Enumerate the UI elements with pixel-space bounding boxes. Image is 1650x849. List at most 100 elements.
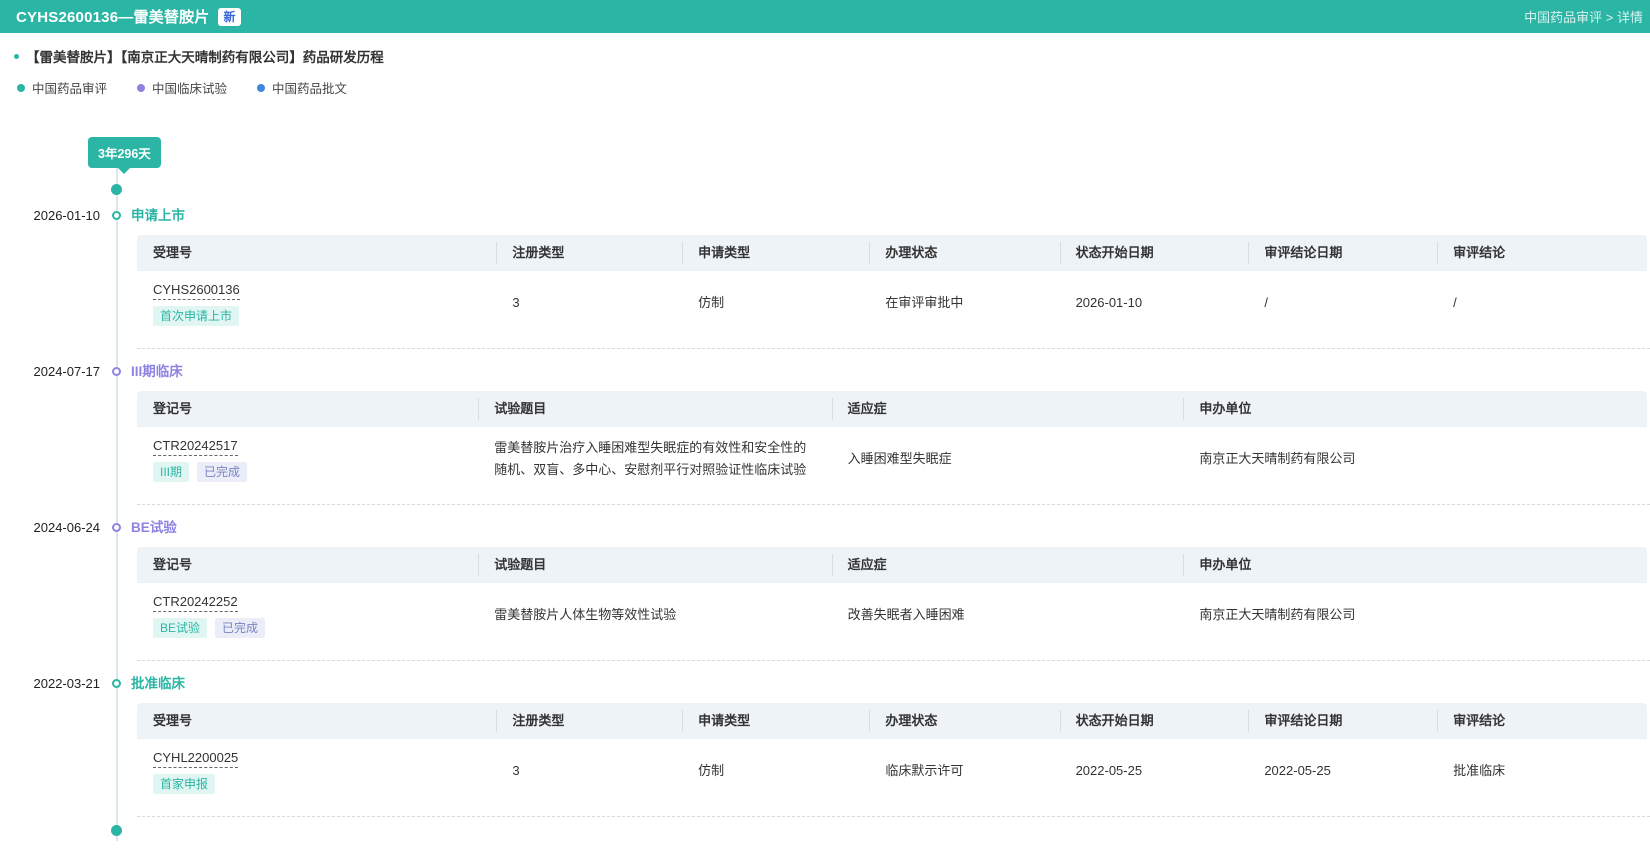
record-card: 登记号试验题目适应症申办单位CTR20242252BE试验已完成雷美替胺片人体生… xyxy=(137,547,1647,646)
event-date: 2022-03-21 xyxy=(0,673,100,694)
breadcrumb[interactable]: 中国药品审评 > 详情 xyxy=(1524,7,1643,26)
event-marker-icon xyxy=(112,211,121,220)
column-header: 审评结论 xyxy=(1437,703,1647,739)
column-header: 受理号 xyxy=(137,703,496,739)
status-tag: BE试验 xyxy=(153,618,207,638)
table-cell: 3 xyxy=(496,739,682,802)
event-marker-icon xyxy=(112,679,121,688)
table-cell: 南京正大天晴制药有限公司 xyxy=(1183,427,1647,490)
status-tag: 已完成 xyxy=(215,618,265,638)
event-header: 2022-03-21 批准临床 xyxy=(0,673,1650,694)
blue-dot-icon xyxy=(257,84,265,92)
status-tag: 首家申报 xyxy=(153,774,215,794)
legend-label: 中国药品批文 xyxy=(272,78,347,97)
column-header: 审评结论 xyxy=(1437,235,1647,271)
table-cell: 仿制 xyxy=(682,271,869,334)
column-header: 办理状态 xyxy=(869,703,1059,739)
table-cell: 2022-05-25 xyxy=(1060,739,1249,802)
timeline-event: 2026-01-10申请上市受理号注册类型申请类型办理状态状态开始日期审评结论日… xyxy=(0,205,1650,349)
status-tag: 首次申请上市 xyxy=(153,306,239,326)
record-card: 登记号试验题目适应症申办单位CTR20242517III期已完成雷美替胺片治疗入… xyxy=(137,391,1647,490)
event-label[interactable]: BE试验 xyxy=(131,517,177,538)
column-header: 注册类型 xyxy=(496,703,682,739)
table-cell: / xyxy=(1248,271,1437,334)
record-id-link[interactable]: CTR20242517 xyxy=(153,437,238,456)
record-card: 受理号注册类型申请类型办理状态状态开始日期审评结论日期审评结论CYHS26001… xyxy=(137,235,1647,334)
event-label[interactable]: III期临床 xyxy=(131,361,183,382)
record-id-cell: CTR20242252 BE试验已完成 xyxy=(137,583,478,646)
timeline-event: 2024-06-24BE试验登记号试验题目适应症申办单位CTR20242252B… xyxy=(0,517,1650,661)
timeline-start-dot xyxy=(111,184,122,195)
record-id-cell: CTR20242517 III期已完成 xyxy=(137,427,478,490)
column-header: 登记号 xyxy=(137,547,478,583)
tag-list: 首次申请上市 xyxy=(153,306,480,326)
record-table: 受理号注册类型申请类型办理状态状态开始日期审评结论日期审评结论 CYHL22000… xyxy=(137,703,1647,802)
column-header: 申办单位 xyxy=(1183,391,1647,427)
section-divider xyxy=(137,504,1650,505)
table-row: CYHL2200025首家申报3仿制临床默示许可2022-05-252022-0… xyxy=(137,739,1647,802)
event-date: 2026-01-10 xyxy=(0,205,100,226)
record-id-cell: CYHS2600136 首次申请上市 xyxy=(137,271,496,334)
column-header: 审评结论日期 xyxy=(1248,235,1437,271)
column-header: 办理状态 xyxy=(869,235,1059,271)
drug-dev-history-title: 【雷美替胺片】【南京正大天晴制药有限公司】药品研发历程 xyxy=(14,46,1650,66)
record-table: 登记号试验题目适应症申办单位CTR20242252BE试验已完成雷美替胺片人体生… xyxy=(137,547,1647,646)
table-row: CYHS2600136首次申请上市3仿制在审评审批中2026-01-10// xyxy=(137,271,1647,334)
new-badge: 新 xyxy=(218,8,240,26)
page-title: CYHS2600136—雷美替胺片 xyxy=(16,6,209,27)
table-row: CTR20242252BE试验已完成雷美替胺片人体生物等效性试验改善失眠者入睡困… xyxy=(137,583,1647,646)
event-marker-icon xyxy=(112,367,121,376)
record-table: 登记号试验题目适应症申办单位CTR20242517III期已完成雷美替胺片治疗入… xyxy=(137,391,1647,490)
column-header: 申请类型 xyxy=(682,235,869,271)
legend-item[interactable]: 中国药品审评 xyxy=(17,78,107,97)
legend-item[interactable]: 中国临床试验 xyxy=(137,78,227,97)
table-cell: 3 xyxy=(496,271,682,334)
column-header: 登记号 xyxy=(137,391,478,427)
event-header: 2026-01-10 申请上市 xyxy=(0,205,1650,226)
table-cell: 雷美替胺片人体生物等效性试验 xyxy=(478,583,831,646)
event-label[interactable]: 申请上市 xyxy=(131,205,185,226)
event-date: 2024-06-24 xyxy=(0,517,100,538)
purple-dot-icon xyxy=(137,84,145,92)
event-label[interactable]: 批准临床 xyxy=(131,673,185,694)
top-header-bar: CYHS2600136—雷美替胺片 新 中国药品审评 > 详情 xyxy=(0,0,1650,33)
tag-list: BE试验已完成 xyxy=(153,618,462,638)
column-header: 试验题目 xyxy=(478,391,831,427)
column-header: 状态开始日期 xyxy=(1060,235,1249,271)
table-row: CTR20242517III期已完成雷美替胺片治疗入睡困难型失眠症的有效性和安全… xyxy=(137,427,1647,490)
timeline-event: 2022-03-21批准临床受理号注册类型申请类型办理状态状态开始日期审评结论日… xyxy=(0,673,1650,817)
status-tag: III期 xyxy=(153,462,189,482)
record-id-link[interactable]: CYHS2600136 xyxy=(153,281,240,300)
status-tag: 已完成 xyxy=(197,462,247,482)
event-header: 2024-06-24 BE试验 xyxy=(0,517,1650,538)
duration-tooltip: 3年296天 xyxy=(88,137,161,168)
column-header: 申请类型 xyxy=(682,703,869,739)
column-header: 适应症 xyxy=(832,391,1184,427)
record-id-link[interactable]: CYHL2200025 xyxy=(153,749,238,768)
column-header: 申办单位 xyxy=(1183,547,1647,583)
column-header: 状态开始日期 xyxy=(1060,703,1249,739)
drug-dev-history-text: 【雷美替胺片】【南京正大天晴制药有限公司】药品研发历程 xyxy=(26,46,384,66)
table-cell: 入睡困难型失眠症 xyxy=(832,427,1184,490)
table-cell: / xyxy=(1437,271,1647,334)
source-legend: 中国药品审评 中国临床试验 中国药品批文 xyxy=(17,78,1650,97)
column-header: 审评结论日期 xyxy=(1248,703,1437,739)
section-divider xyxy=(137,348,1650,349)
timeline: 3年296天 2026-01-10申请上市受理号注册类型申请类型办理状态状态开始… xyxy=(0,97,1650,849)
legend-label: 中国药品审评 xyxy=(32,78,107,97)
table-cell: 仿制 xyxy=(682,739,869,802)
column-header: 试验题目 xyxy=(478,547,831,583)
tag-list: III期已完成 xyxy=(153,462,462,482)
event-date: 2024-07-17 xyxy=(0,361,100,382)
timeline-end-dot xyxy=(111,825,122,836)
legend-item[interactable]: 中国药品批文 xyxy=(257,78,347,97)
table-cell: 雷美替胺片治疗入睡困难型失眠症的有效性和安全性的随机、双盲、多中心、安慰剂平行对… xyxy=(478,427,831,490)
table-cell: 在审评审批中 xyxy=(869,271,1059,334)
bullet-icon xyxy=(14,54,19,59)
tag-list: 首家申报 xyxy=(153,774,480,794)
table-cell: 批准临床 xyxy=(1437,739,1647,802)
record-id-link[interactable]: CTR20242252 xyxy=(153,593,238,612)
table-cell: 2022-05-25 xyxy=(1248,739,1437,802)
record-id-cell: CYHL2200025 首家申报 xyxy=(137,739,496,802)
column-header: 适应症 xyxy=(832,547,1184,583)
